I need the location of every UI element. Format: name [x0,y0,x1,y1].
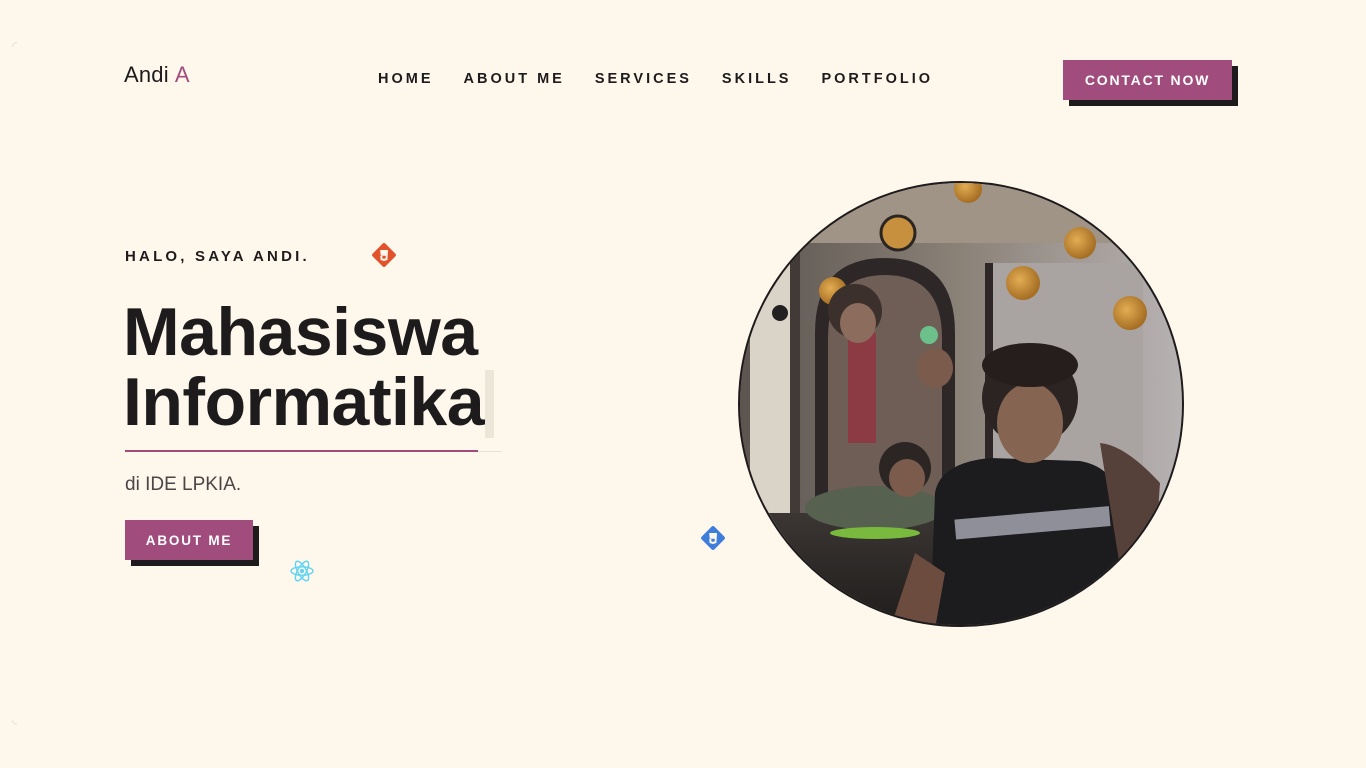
headline-underline [125,450,478,452]
html5-icon [372,243,396,267]
decorative-corner [12,42,17,47]
page: Andi A HOME ABOUT ME SERVICES SKILLS PORT… [0,0,1366,768]
nav-item-services[interactable]: SERVICES [595,71,692,87]
headline-underline-extension [478,451,502,452]
nav-item-portfolio[interactable]: PORTFOLIO [821,71,933,87]
nav-item-about-me[interactable]: ABOUT ME [464,71,565,87]
css3-icon [701,526,725,550]
react-icon [290,560,314,582]
about-me-button[interactable]: ABOUT ME [125,520,253,560]
contact-now-button[interactable]: CONTACT NOW [1063,60,1232,100]
decorative-corner [12,720,17,725]
logo-accent: A [174,62,190,87]
logo-name: Andi [124,62,169,87]
hero-greeting: HALO, SAYA ANDI. [125,248,310,265]
headline-line-1: Mahasiswa [123,294,478,370]
hero-headline: Mahasiswa Informatika [123,294,485,440]
profile-photo [738,181,1184,627]
nav-item-skills[interactable]: SKILLS [722,71,792,87]
main-nav: HOME ABOUT ME SERVICES SKILLS PORTFOLIO [378,71,933,87]
nav-item-home[interactable]: HOME [378,71,434,87]
logo[interactable]: Andi A [124,62,190,88]
profile-photo-image [740,183,1182,625]
hero-subtitle: di IDE LPKIA. [125,474,242,495]
typing-cursor [485,370,494,438]
headline-line-2: Informatika [123,364,485,440]
